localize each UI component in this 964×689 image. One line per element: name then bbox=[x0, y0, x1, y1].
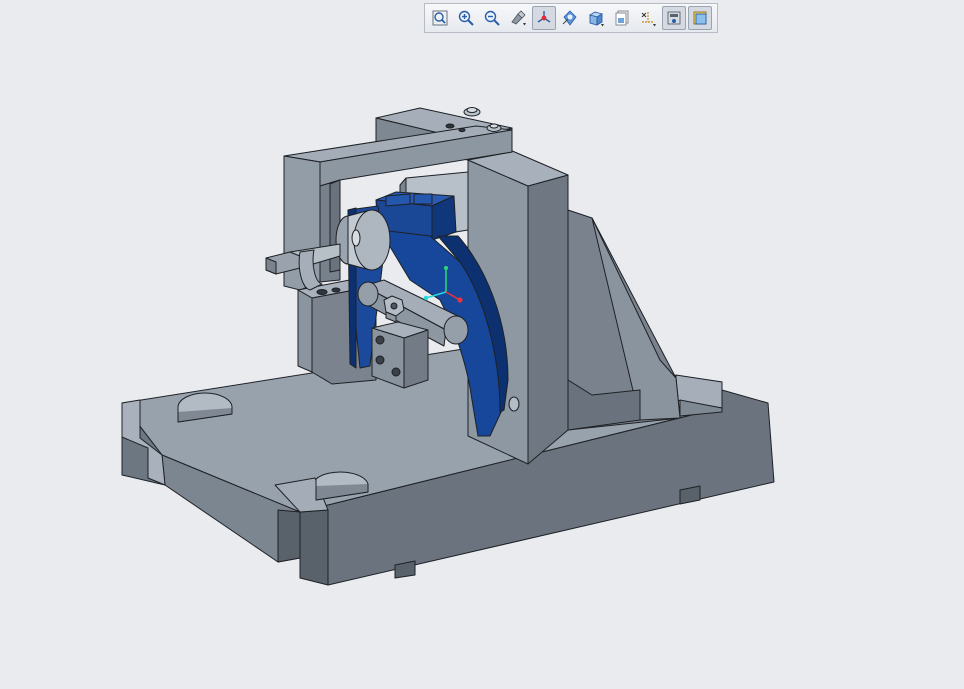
view-manager-button[interactable] bbox=[558, 6, 582, 30]
repaint-button[interactable] bbox=[506, 6, 530, 30]
repaint-icon bbox=[511, 10, 526, 26]
refit-button[interactable] bbox=[428, 6, 452, 30]
datum-display-button[interactable] bbox=[636, 6, 660, 30]
zoom-in-icon bbox=[458, 10, 474, 26]
datum-display-icon bbox=[641, 12, 656, 27]
model-display-button[interactable] bbox=[688, 6, 712, 30]
model-display-icon bbox=[693, 11, 707, 25]
column-pin bbox=[508, 396, 520, 412]
refit-icon bbox=[432, 10, 448, 26]
eccentric-cam[interactable] bbox=[335, 209, 391, 271]
zoom-in-button[interactable] bbox=[454, 6, 478, 30]
spin-center-button[interactable] bbox=[532, 6, 556, 30]
graphics-window[interactable] bbox=[0, 0, 964, 689]
zoom-out-button[interactable] bbox=[480, 6, 504, 30]
display-style-button[interactable] bbox=[584, 6, 608, 30]
saved-views-icon bbox=[615, 10, 629, 26]
annotation-display-icon bbox=[667, 11, 681, 25]
zoom-out-icon bbox=[484, 10, 500, 26]
spin-center-icon bbox=[537, 11, 551, 23]
view-manager-icon bbox=[562, 10, 577, 26]
annotation-display-button[interactable] bbox=[662, 6, 686, 30]
model-3d-view[interactable] bbox=[0, 0, 964, 689]
shaded-cube-icon bbox=[588, 11, 604, 27]
clamp-block[interactable] bbox=[371, 321, 429, 389]
saved-orientations-button[interactable] bbox=[610, 6, 634, 30]
view-toolbar bbox=[424, 3, 718, 33]
